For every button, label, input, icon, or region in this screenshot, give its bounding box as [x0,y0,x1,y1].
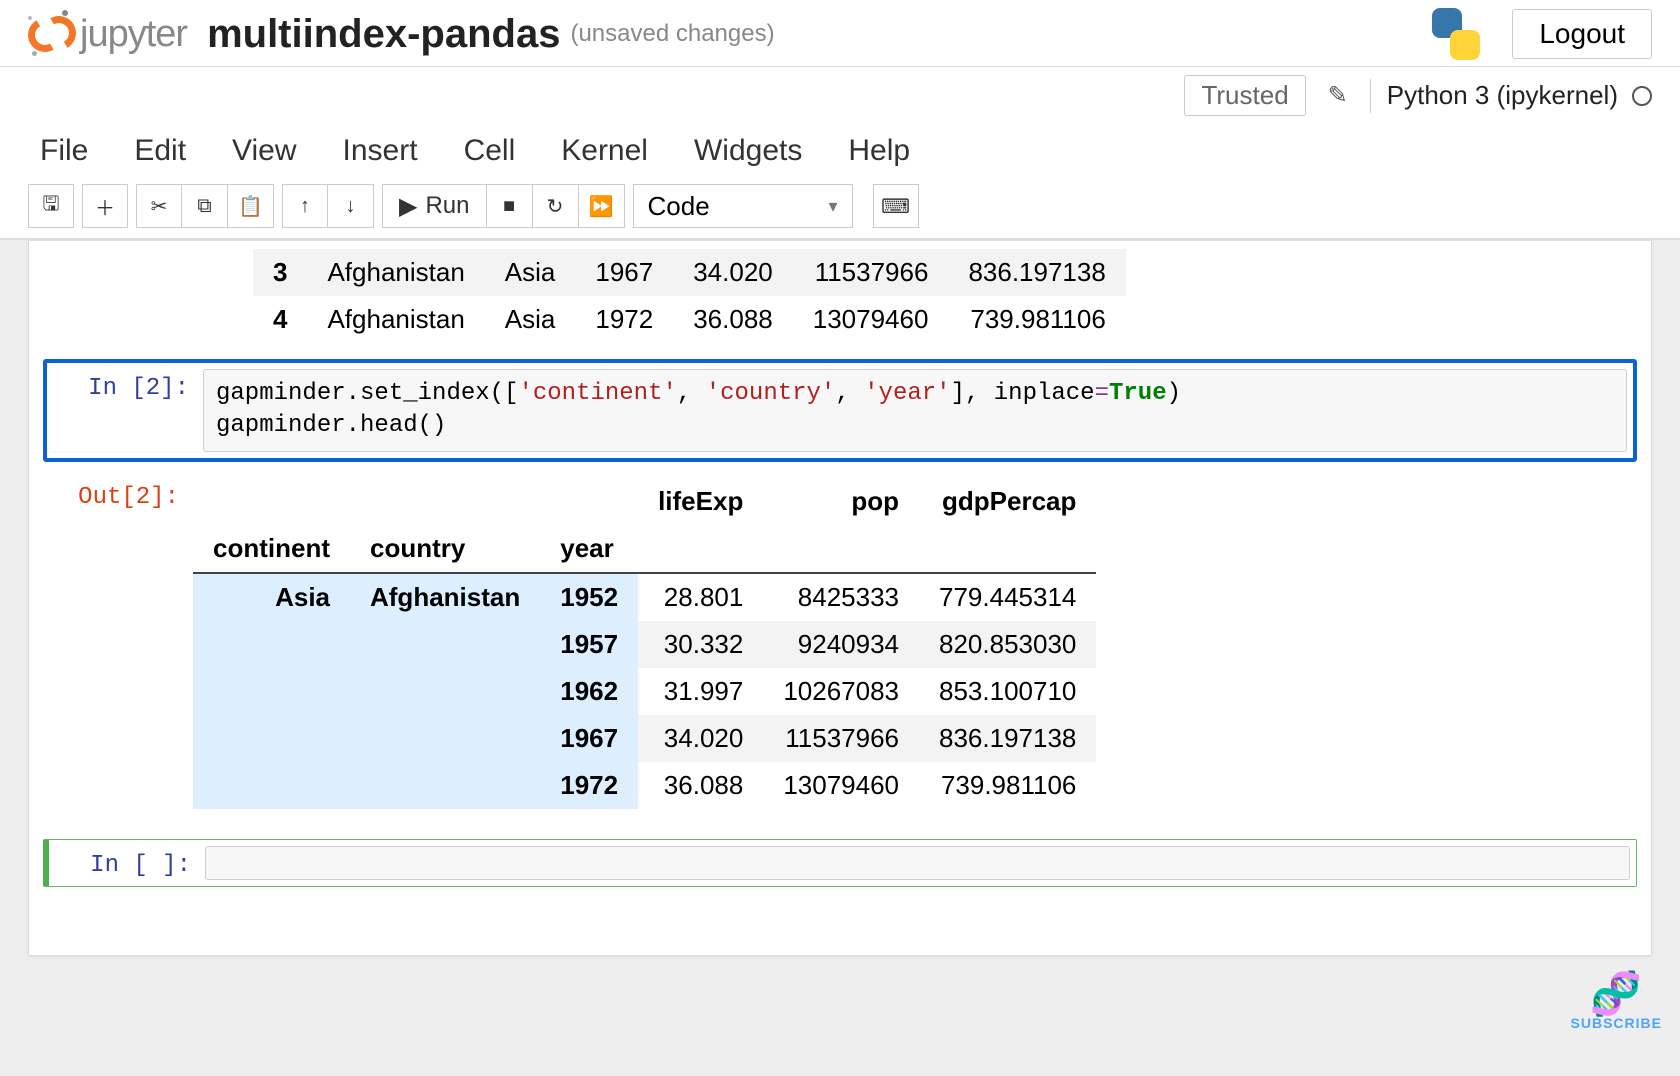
menu-edit[interactable]: Edit [134,134,186,168]
play-icon: ▶ [399,192,417,221]
table-row: 3 Afghanistan Asia 1967 34.020 11537966 … [253,249,1126,296]
cut-icon: ✂ [151,194,168,219]
menu-bar: File Edit View Insert Cell Kernel Widget… [0,124,1680,178]
code-cell-2[interactable]: In [2]: gapminder.set_index(['continent'… [29,351,1651,470]
move-down-button[interactable]: ↓ [328,184,374,228]
menu-insert[interactable]: Insert [343,134,418,168]
divider [1370,79,1371,113]
menu-view[interactable]: View [232,134,296,168]
restart-button[interactable]: ↻ [533,184,579,228]
paste-button[interactable]: 📋 [228,184,274,228]
button-toolbar: 🖫 ＋ ✂ ⧉ 📋 ↑ ↓ ▶ Run ■ ↻ ⏩ Code ▾ ⌨ [0,178,1680,239]
cell-type-value: Code [648,191,710,222]
cell-type-select[interactable]: Code ▾ [633,184,853,228]
trusted-button[interactable]: Trusted [1184,75,1305,116]
jupyter-logo[interactable]: jupyter [28,10,187,58]
output-cell-previous-tail: 3 Afghanistan Asia 1967 34.020 11537966 … [29,241,1651,351]
col-lifeexp: lifeExp [638,478,763,525]
save-icon: 🖫 [42,189,59,223]
main-toolbar-container: Trusted ✎ Python 3 (ipykernel) File Edit… [0,66,1680,240]
python-icon [1428,6,1484,62]
menu-file[interactable]: File [40,134,88,168]
move-up-button[interactable]: ↑ [282,184,328,228]
keyboard-icon: ⌨ [881,194,910,219]
input-prompt: In [2]: [53,369,203,452]
autosave-status: (unsaved changes) [570,20,774,48]
notebook-scroll-area[interactable]: 3 Afghanistan Asia 1967 34.020 11537966 … [0,240,1680,1076]
subscribe-badge[interactable]: 🧬 SUBSCRIBE [1571,973,1662,1031]
jupyter-logo-icon [28,10,76,58]
fast-forward-icon: ⏩ [589,194,614,219]
code-editor-empty[interactable] [205,846,1630,880]
arrow-up-icon: ↑ [300,195,310,218]
kernel-row: Trusted ✎ Python 3 (ipykernel) [0,67,1680,124]
save-button[interactable]: 🖫 [28,184,74,228]
jupyter-word: jupyter [80,13,187,56]
dataframe-output-multiindex: lifeExp pop gdpPercap continent country … [193,478,1096,809]
run-label: Run [425,192,469,220]
dna-icon: 🧬 [1571,973,1662,1015]
copy-button[interactable]: ⧉ [182,184,228,228]
restart-icon: ↻ [547,194,564,219]
menu-kernel[interactable]: Kernel [561,134,648,168]
table-row: Asia Afghanistan 1952 28.801 8425333 779… [193,573,1096,621]
dataframe-output-previous: 3 Afghanistan Asia 1967 34.020 11537966 … [253,249,1126,343]
idx-year: year [540,525,638,573]
command-palette-button[interactable]: ⌨ [873,184,919,228]
edit-icon[interactable]: ✎ [1328,81,1348,110]
output-prompt-blank [43,249,193,343]
restart-run-all-button[interactable]: ⏩ [579,184,625,228]
cut-button[interactable]: ✂ [136,184,182,228]
code-editor[interactable]: gapminder.set_index(['continent', 'count… [203,369,1627,452]
table-row: 4 Afghanistan Asia 1972 36.088 13079460 … [253,296,1126,343]
stop-icon: ■ [503,195,515,218]
run-button[interactable]: ▶ Run [382,184,487,228]
notebook-header: jupyter multiindex-pandas (unsaved chang… [0,0,1680,66]
notebook-title[interactable]: multiindex-pandas [207,12,560,57]
output-cell-2: Out[2]: lifeExp pop gdpPercap continent [29,470,1651,817]
arrow-down-icon: ↓ [346,195,356,218]
copy-icon: ⧉ [197,195,211,218]
input-prompt-empty: In [ ]: [55,846,205,880]
subscribe-label: SUBSCRIBE [1571,1015,1662,1031]
insert-cell-button[interactable]: ＋ [82,184,128,228]
paste-icon: 📋 [238,194,263,219]
col-pop: pop [763,478,919,525]
interrupt-button[interactable]: ■ [487,184,533,228]
kernel-busy-icon [1632,86,1652,106]
idx-country: country [350,525,540,573]
kernel-name[interactable]: Python 3 (ipykernel) [1387,80,1618,111]
code-cell-empty[interactable]: In [ ]: [29,831,1651,895]
menu-cell[interactable]: Cell [464,134,516,168]
chevron-down-icon: ▾ [828,196,837,217]
output-prompt: Out[2]: [43,478,193,809]
menu-widgets[interactable]: Widgets [694,134,802,168]
notebook: 3 Afghanistan Asia 1967 34.020 11537966 … [28,240,1652,956]
col-gdp: gdpPercap [919,478,1096,525]
idx-continent: continent [193,525,350,573]
logout-button[interactable]: Logout [1512,9,1652,59]
plus-icon: ＋ [95,192,115,221]
menu-help[interactable]: Help [848,134,910,168]
